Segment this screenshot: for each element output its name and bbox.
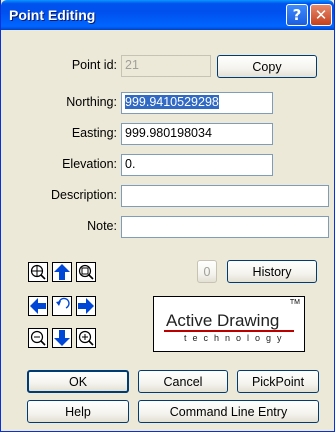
pan-left-icon[interactable] — [28, 296, 48, 316]
northing-value: 999.9410529298 — [125, 95, 219, 109]
note-label: Note: — [87, 219, 117, 233]
logo-underline — [164, 330, 294, 332]
ok-button[interactable]: OK — [27, 370, 129, 393]
pan-down-icon[interactable] — [52, 328, 72, 348]
title-bar[interactable]: Point Editing ? ✕ — [1, 0, 334, 30]
undo-view-icon[interactable] — [52, 296, 72, 316]
window-title: Point Editing — [9, 7, 96, 23]
description-field[interactable] — [121, 185, 329, 207]
zoom-window-icon[interactable] — [76, 262, 96, 282]
elevation-field[interactable]: 0. — [121, 154, 273, 176]
copy-button[interactable]: Copy — [217, 55, 317, 78]
logo-sub-text: technology — [184, 333, 288, 343]
logo-tm: TM — [289, 299, 300, 306]
elevation-label: Elevation: — [62, 157, 117, 171]
pan-right-icon[interactable] — [76, 296, 96, 316]
help-button[interactable]: Help — [27, 400, 129, 423]
easting-label: Easting: — [71, 126, 117, 140]
zero-button: 0 — [197, 260, 217, 283]
point-editing-dialog: Point Editing ? ✕ Point id: 21 Copy Nort… — [0, 0, 335, 432]
pickpoint-button[interactable]: PickPoint — [237, 370, 319, 393]
cancel-button[interactable]: Cancel — [138, 370, 228, 393]
northing-label: Northing: — [66, 95, 117, 109]
note-field[interactable] — [121, 216, 329, 238]
help-icon[interactable]: ? — [286, 4, 308, 26]
description-label: Description: — [51, 188, 117, 202]
northing-field[interactable]: 999.9410529298 — [121, 92, 273, 114]
history-button[interactable]: History — [227, 260, 317, 283]
command-line-entry-button[interactable]: Command Line Entry — [138, 400, 319, 423]
easting-field[interactable]: 999.980198034 — [121, 123, 273, 145]
zoom-in-icon[interactable] — [76, 328, 96, 348]
point-id-field: 21 — [121, 55, 211, 77]
point-id-label: Point id: — [71, 58, 117, 72]
close-icon[interactable]: ✕ — [310, 4, 332, 26]
pan-up-icon[interactable] — [52, 262, 72, 282]
active-drawing-logo: TM Active Drawing technology — [153, 296, 305, 352]
zoom-extents-icon[interactable] — [28, 262, 48, 282]
zoom-out-icon[interactable] — [28, 328, 48, 348]
logo-main-text: Active Drawing — [166, 311, 280, 330]
